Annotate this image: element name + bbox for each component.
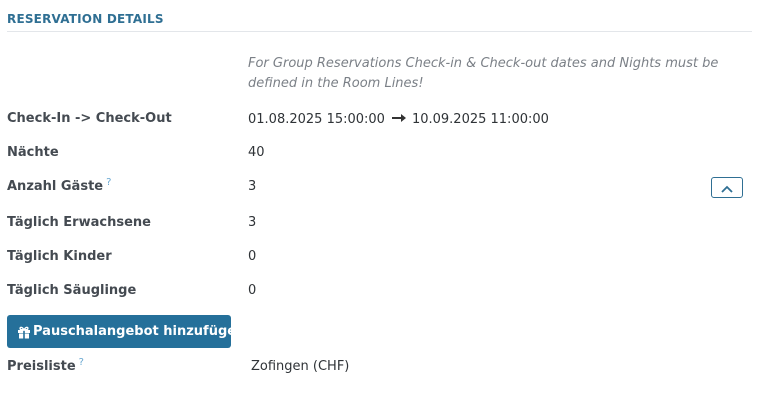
group-reservation-note: For Group Reservations Check-in & Check-… bbox=[248, 56, 719, 91]
naechte-label: Nächte bbox=[7, 145, 59, 160]
anzahl-gaeste-label-wrap: Anzahl Gäste? bbox=[7, 177, 111, 197]
preisliste-value[interactable]: Zofingen (CHF) bbox=[251, 358, 349, 376]
checkout-datetime[interactable]: 10.09.2025 11:00:00 bbox=[412, 112, 549, 127]
saeuglinge-label: Täglich Säuglinge bbox=[7, 283, 137, 298]
checkin-checkout-row: Check-In -> Check-Out 01.08.2025 15:00:0… bbox=[7, 110, 747, 128]
kinder-label: Täglich Kinder bbox=[7, 249, 112, 264]
preisliste-label: Preisliste bbox=[7, 359, 76, 374]
preisliste-row: Preisliste? Zofingen (CHF) bbox=[7, 357, 747, 377]
help-icon[interactable]: ? bbox=[106, 177, 111, 188]
checkin-checkout-value[interactable]: 01.08.2025 15:00:00 10.09.2025 11:00:00 bbox=[248, 110, 549, 129]
checkin-datetime[interactable]: 01.08.2025 15:00:00 bbox=[248, 112, 385, 127]
add-package-label: Pauschalangebot hinzufügen bbox=[33, 324, 246, 339]
anzahl-gaeste-label: Anzahl Gäste bbox=[7, 179, 104, 194]
naechte-row: Nächte 40 bbox=[7, 144, 747, 162]
saeuglinge-row: Täglich Säuglinge 0 bbox=[7, 282, 747, 300]
erwachsene-value[interactable]: 3 bbox=[248, 214, 256, 232]
checkin-checkout-label: Check-In -> Check-Out bbox=[7, 111, 172, 126]
anzahl-gaeste-row: Anzahl Gäste? 3 bbox=[7, 177, 747, 197]
anzahl-gaeste-value[interactable]: 3 bbox=[248, 178, 256, 196]
naechte-value[interactable]: 40 bbox=[248, 144, 265, 162]
kinder-value[interactable]: 0 bbox=[248, 248, 256, 266]
kinder-row: Täglich Kinder 0 bbox=[7, 248, 747, 266]
gift-icon bbox=[17, 325, 31, 339]
erwachsene-label: Täglich Erwachsene bbox=[7, 215, 151, 230]
add-package-button[interactable]: Pauschalangebot hinzufügen bbox=[7, 315, 245, 348]
section-title: RESERVATION DETAILS bbox=[7, 12, 164, 26]
help-icon[interactable]: ? bbox=[79, 357, 84, 368]
collapse-guests-button[interactable] bbox=[711, 177, 743, 198]
arrow-right-icon bbox=[391, 110, 406, 128]
section-divider bbox=[7, 31, 752, 32]
saeuglinge-value[interactable]: 0 bbox=[248, 282, 256, 300]
erwachsene-row: Täglich Erwachsene 3 bbox=[7, 214, 747, 232]
preisliste-label-wrap: Preisliste? bbox=[7, 357, 84, 377]
chevron-up-icon bbox=[721, 178, 733, 197]
